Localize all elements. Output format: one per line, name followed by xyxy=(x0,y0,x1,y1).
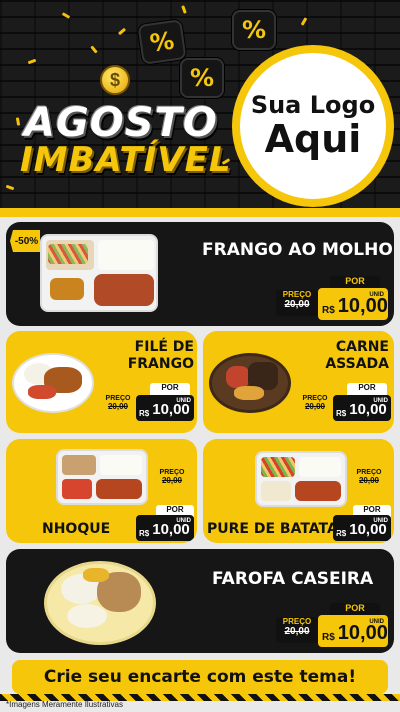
title-line2: IMBATÍVEL xyxy=(20,140,232,180)
confetti xyxy=(117,27,127,36)
confetti xyxy=(300,17,308,26)
divider-band xyxy=(0,208,400,217)
price-tag: PREÇO 20,00 POR R$ 10,00 UNID xyxy=(102,383,194,427)
product-name: CARNE ASSADA xyxy=(325,339,389,372)
confetti xyxy=(61,12,71,19)
food-image xyxy=(40,234,158,312)
new-price: R$ 10,00 UNID xyxy=(136,515,194,541)
new-price: R$ 10,00 UNID xyxy=(333,395,391,421)
price-tag: PREÇO 20,00 POR R$ 10,00 UNID xyxy=(116,469,196,543)
logo-placeholder: Sua Logo Aqui xyxy=(232,45,394,207)
product-card-pure-de-batata[interactable]: PREÇO 20,00 POR R$ 10,00 UNID PURE DE BA… xyxy=(203,439,394,543)
new-price-label: POR xyxy=(347,383,387,395)
price-tag: PREÇO 20,00 POR R$ 10,00 UNID xyxy=(276,276,390,322)
old-price: PREÇO 20,00 xyxy=(302,395,328,411)
confetti xyxy=(15,117,21,126)
old-price: PREÇO 20,00 xyxy=(356,469,382,485)
old-price: PREÇO 20,00 xyxy=(159,469,185,485)
old-price: PREÇO 20,00 xyxy=(105,395,131,411)
cta-text: Crie seu encarte com este tema! xyxy=(43,667,357,687)
discount-badge: -50% xyxy=(10,230,40,252)
food-image xyxy=(44,561,156,645)
new-price: R$ 10,00 UNID xyxy=(318,615,388,647)
product-card-carne-assada[interactable]: CARNE ASSADA PREÇO 20,00 POR R$ 10,00 UN… xyxy=(203,331,394,433)
confetti xyxy=(90,45,98,54)
old-price: PREÇO 20,00 xyxy=(276,290,318,316)
logo-line2: Aqui xyxy=(264,117,362,162)
product-card-frango-ao-molho[interactable]: FRANGO AO MOLHO PREÇO 20,00 POR R$ 10,00… xyxy=(6,222,394,326)
confetti xyxy=(5,184,15,191)
percent-icon: % xyxy=(137,19,187,65)
food-image xyxy=(12,353,94,413)
percent-icon: % xyxy=(232,10,276,50)
product-name: NHOQUE xyxy=(42,521,111,537)
product-name: FRANGO AO MOLHO xyxy=(202,240,393,260)
new-price: R$ 10,00 UNID xyxy=(333,515,391,541)
confetti xyxy=(181,5,187,14)
food-image xyxy=(209,353,291,413)
new-price-label: POR xyxy=(150,383,190,395)
product-card-farofa-caseira[interactable]: FAROFA CASEIRA PREÇO 20,00 POR R$ 10,00 … xyxy=(6,549,394,653)
price-tag: PREÇO 20,00 POR R$ 10,00 UNID xyxy=(299,383,391,427)
disclaimer: *Imagens Meramente Ilustrativas xyxy=(6,700,123,709)
coin-dollar-icon: $ xyxy=(100,65,130,95)
cta-banner[interactable]: Crie seu encarte com este tema! xyxy=(12,660,388,694)
header-banner: % % % $ AGOSTO IMBATÍVEL Sua Logo Aqui xyxy=(0,0,400,210)
product-name: FAROFA CASEIRA xyxy=(212,569,374,589)
product-name: FILÉ DE FRANGO xyxy=(127,339,194,372)
price-tag: PREÇO 20,00 POR R$ 10,00 UNID xyxy=(276,603,390,649)
new-price: R$ 10,00 UNID xyxy=(136,395,194,421)
confetti xyxy=(27,58,37,65)
product-card-nhoque[interactable]: PREÇO 20,00 POR R$ 10,00 UNID NHOQUE xyxy=(6,439,197,543)
product-card-file-de-frango[interactable]: FILÉ DE FRANGO PREÇO 20,00 POR R$ 10,00 … xyxy=(6,331,197,433)
logo-line1: Sua Logo xyxy=(250,91,376,120)
percent-icon: % xyxy=(180,58,224,98)
product-name: PURE DE BATATA xyxy=(207,521,338,537)
new-price: R$ 10,00 UNID xyxy=(318,288,388,320)
old-price: PREÇO 20,00 xyxy=(276,617,318,643)
